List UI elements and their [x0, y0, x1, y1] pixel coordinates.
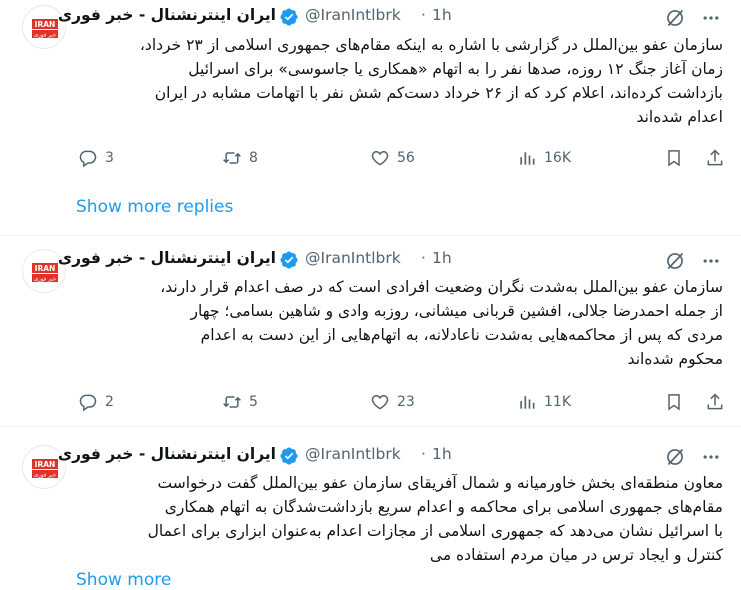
tweet-text-line: از جمله احمدرضا جلالی، افشین قربانی میشا… [190, 302, 723, 320]
reply-count: 2 [105, 394, 114, 410]
author-name[interactable]: ایران اینترنشنال - خبر فوری [58, 249, 276, 267]
author-handle[interactable]: @IranIntlbrk [305, 6, 401, 24]
tweet-text-line: محکوم شده‌اند [627, 350, 723, 368]
repost-icon [223, 396, 241, 408]
tweet[interactable]: IRAN خبر فوری ایران اینترنشنال - خبر فور… [0, 443, 741, 588]
show-more-replies-link[interactable]: Show more replies [76, 197, 233, 217]
grok-icon[interactable] [665, 447, 685, 467]
reply-icon [79, 150, 97, 168]
share-icon [707, 149, 723, 166]
reply-button[interactable]: 3 [78, 147, 114, 169]
tweet-text-line: کنترل و ایجاد ترس در میان مردم استفاده م… [429, 546, 723, 564]
like-count: 56 [397, 150, 415, 166]
divider [0, 235, 741, 236]
views-button[interactable]: 16K [517, 147, 571, 169]
author-name[interactable]: ایران اینترنشنال - خبر فوری [58, 445, 276, 463]
tweet-text-line: زمان آغاز جنگ ۱۲ روزه، صدها نفر را به ات… [188, 60, 723, 78]
repost-icon [223, 152, 241, 164]
bookmark-button[interactable] [664, 391, 684, 413]
author-handle[interactable]: @IranIntlbrk [305, 445, 401, 463]
like-button[interactable]: 56 [370, 147, 415, 169]
repost-count: 5 [249, 394, 258, 410]
verified-badge-icon [280, 251, 298, 269]
tweet[interactable]: IRAN خبر فوری ایران اینترنشنال - خبر فور… [0, 0, 741, 190]
share-icon [707, 393, 723, 410]
like-button[interactable]: 23 [370, 391, 415, 413]
verified-badge-icon [280, 447, 298, 465]
tweet-text-line: بازداشت کرده‌اند، اعلام کرد که از ۲۶ خرد… [154, 84, 723, 102]
avatar-logo-bottom: خبر فوری [34, 473, 56, 479]
heart-icon [371, 394, 389, 410]
reply-button[interactable]: 2 [78, 391, 114, 413]
more-options-icon[interactable] [700, 8, 722, 28]
tweet-text-line: معاون منطقه‌ای بخش خاورمیانه و شمال آفری… [157, 474, 723, 492]
bookmark-icon [668, 394, 680, 411]
share-button[interactable] [705, 147, 725, 169]
grok-icon[interactable] [665, 251, 685, 271]
reply-icon [79, 394, 97, 412]
tweet-text-line: مردی که پس از محاکمه‌هایی به‌شدت ناعادلا… [200, 326, 723, 344]
tweet-text-line: با اسرائیل نشان می‌دهد که جمهوری اسلامی … [147, 522, 723, 540]
timestamp[interactable]: 1h [432, 249, 452, 267]
grok-icon[interactable] [665, 8, 685, 28]
tweet-actions: 3 8 56 16K [0, 147, 741, 171]
author-name[interactable]: ایران اینترنشنال - خبر فوری [58, 6, 276, 24]
more-options-icon[interactable] [700, 251, 722, 271]
separator-dot: · [421, 249, 426, 267]
show-more-link[interactable]: Show more [76, 570, 171, 590]
view-count: 11K [544, 394, 571, 410]
view-count: 16K [544, 150, 571, 166]
bookmark-button[interactable] [664, 147, 684, 169]
tweet-text-line: سازمان عفو بین‌الملل به‌شدت نگران وضعیت … [160, 278, 723, 296]
separator-dot: · [421, 6, 426, 24]
share-button[interactable] [705, 391, 725, 413]
bookmark-icon [668, 150, 680, 167]
like-count: 23 [397, 394, 415, 410]
repost-button[interactable]: 8 [222, 147, 258, 169]
views-button[interactable]: 11K [517, 391, 571, 413]
divider [0, 426, 741, 427]
views-icon [520, 152, 535, 165]
tweet-text-line: اعدام شده‌اند [636, 108, 723, 126]
author-handle[interactable]: @IranIntlbrk [305, 249, 401, 267]
tweet-text-line: مقام‌های جمهوری اسلامی برای محاکمه و اعد… [164, 498, 723, 516]
verified-badge-icon [280, 8, 298, 26]
repost-button[interactable]: 5 [222, 391, 258, 413]
views-icon [520, 396, 535, 409]
tweet-text: سازمان عفو بین‌الملل در گزارشی با اشاره … [78, 33, 723, 129]
tweet-text-line: سازمان عفو بین‌الملل در گزارشی با اشاره … [139, 36, 723, 54]
heart-icon [371, 150, 389, 166]
reply-count: 3 [105, 150, 114, 166]
timestamp[interactable]: 1h [432, 445, 452, 463]
more-options-icon[interactable] [700, 447, 722, 467]
timestamp[interactable]: 1h [432, 6, 452, 24]
tweet-actions: 2 5 23 11K [0, 391, 741, 415]
avatar-logo-bottom: خبر فوری [34, 33, 56, 39]
separator-dot: · [421, 445, 426, 463]
tweet-text: سازمان عفو بین‌الملل به‌شدت نگران وضعیت … [78, 275, 723, 371]
repost-count: 8 [249, 150, 258, 166]
avatar-logo-bottom: خبر فوری [34, 277, 56, 283]
tweet[interactable]: IRAN خبر فوری ایران اینترنشنال - خبر فور… [0, 247, 741, 427]
tweet-text: معاون منطقه‌ای بخش خاورمیانه و شمال آفری… [78, 471, 723, 567]
